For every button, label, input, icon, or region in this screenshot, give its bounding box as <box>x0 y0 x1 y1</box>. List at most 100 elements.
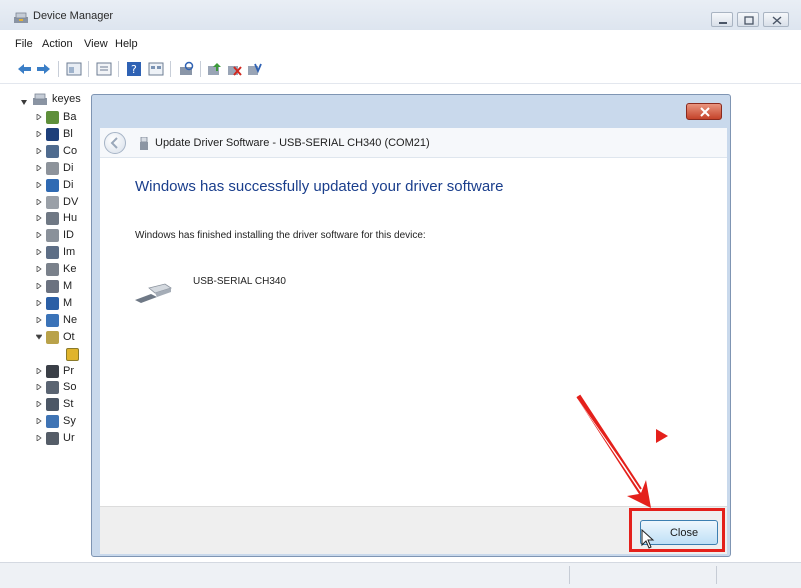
expand-arrow-icon[interactable] <box>36 418 42 425</box>
update-driver-icon[interactable] <box>206 61 222 77</box>
success-heading: Windows has successfully updated your dr… <box>135 178 504 195</box>
tree-item-label: Ot <box>63 330 75 343</box>
expand-arrow-icon[interactable] <box>36 435 42 442</box>
sound-icon <box>46 381 59 395</box>
tree-item-label: Ba <box>63 111 77 123</box>
tree-item[interactable] <box>0 347 100 363</box>
tree-item[interactable]: Bl <box>0 127 100 143</box>
maximize-icon <box>744 16 754 25</box>
expand-arrow-icon[interactable] <box>36 316 42 323</box>
tree-item-label: Pr <box>63 364 74 377</box>
enable-device-icon[interactable] <box>246 61 262 77</box>
human-interface-icon <box>46 212 59 226</box>
tree-item[interactable]: ID <box>0 228 100 244</box>
tree-item[interactable]: Ne <box>0 313 100 329</box>
other-devices-icon <box>46 330 59 344</box>
battery-icon <box>46 111 59 124</box>
toolbar-separator <box>118 61 119 77</box>
expand-arrow-icon[interactable] <box>36 283 42 289</box>
tree-item[interactable]: DV <box>0 195 100 211</box>
tree-item-label: Im <box>63 246 76 259</box>
menu-view[interactable]: View <box>84 38 108 50</box>
uninstall-icon[interactable] <box>226 61 242 77</box>
status-divider <box>716 566 717 584</box>
expand-arrow-icon[interactable] <box>36 401 42 408</box>
tree-item-label: Bl <box>63 127 73 140</box>
dvd-drive-icon <box>46 195 59 209</box>
toolbar <box>0 56 801 84</box>
tree-item[interactable]: M <box>0 296 100 312</box>
tree-item[interactable]: So <box>0 380 100 396</box>
collapse-arrow-icon[interactable] <box>36 334 42 340</box>
expand-arrow-icon[interactable] <box>36 232 42 239</box>
window-close-button[interactable] <box>763 12 789 27</box>
tree-item[interactable]: Ur <box>0 431 100 447</box>
tree-item-label: Ur <box>63 432 75 445</box>
tree-item[interactable]: Ot <box>0 330 100 346</box>
help-icon[interactable]: ? <box>126 61 142 77</box>
back-forward-icons[interactable] <box>16 61 52 77</box>
disk-drive-icon <box>46 161 59 175</box>
expand-arrow-icon[interactable] <box>36 266 42 273</box>
tree-item[interactable]: Hu <box>0 211 100 227</box>
tree-item[interactable]: M <box>0 279 100 295</box>
view-icon[interactable] <box>148 61 164 77</box>
expand-arrow-icon[interactable] <box>36 215 42 222</box>
network-adapter-icon <box>46 313 59 327</box>
close-icon <box>772 16 782 25</box>
expand-arrow-icon[interactable] <box>36 198 42 205</box>
tree-item[interactable]: Di <box>0 161 100 177</box>
expand-arrow-icon[interactable] <box>36 181 42 188</box>
system-devices-icon <box>46 415 59 429</box>
minimize-button[interactable] <box>711 12 733 27</box>
toolbar-separator <box>58 61 59 77</box>
tree-item[interactable]: Ke <box>0 262 100 278</box>
expand-arrow-icon[interactable] <box>36 299 42 306</box>
show-hide-console-icon[interactable] <box>66 61 82 77</box>
tree-item-label: DV <box>63 195 79 208</box>
tree-item-label: St <box>63 398 74 411</box>
expand-arrow-icon[interactable] <box>36 130 42 137</box>
tree-item[interactable]: Sy <box>0 414 100 430</box>
tree-item[interactable]: Ba <box>0 110 100 126</box>
dialog-title: Update Driver Software - USB-SERIAL CH34… <box>155 137 430 149</box>
expand-arrow-icon[interactable] <box>36 147 42 154</box>
tree-item-label: Ne <box>63 313 78 326</box>
mouse-cursor-icon <box>641 529 655 549</box>
menu-action[interactable]: Action <box>42 38 73 50</box>
tree-item[interactable]: Pr <box>0 364 100 380</box>
dialog-close-button[interactable] <box>686 103 722 120</box>
ide-controller-icon <box>46 229 59 243</box>
unknown-device-warning-icon <box>66 347 79 361</box>
expand-arrow-icon[interactable] <box>36 384 42 391</box>
scan-hardware-icon[interactable] <box>178 61 194 77</box>
tree-item-label: Ke <box>63 263 77 276</box>
tree-item[interactable]: Di <box>0 178 100 194</box>
toolbar-separator <box>200 61 201 77</box>
back-button[interactable] <box>104 132 126 154</box>
status-bar <box>0 562 801 588</box>
tree-item[interactable]: St <box>0 397 100 413</box>
expand-arrow-icon[interactable] <box>36 249 42 256</box>
finished-message: Windows has finished installing the driv… <box>135 230 426 241</box>
usb-controller-icon <box>46 432 59 446</box>
tree-item[interactable]: Co <box>0 144 100 160</box>
tree-item-label: Hu <box>63 212 78 225</box>
window-title: Device Manager <box>33 10 114 22</box>
maximize-button[interactable] <box>737 12 759 27</box>
menu-file[interactable]: File <box>15 38 33 50</box>
menu-help[interactable]: Help <box>115 38 138 50</box>
expand-arrow-icon[interactable] <box>36 114 42 120</box>
tree-item-label: Sy <box>63 415 76 428</box>
dialog-body <box>100 158 727 506</box>
bluetooth-icon <box>46 127 59 141</box>
computer-icon <box>46 144 59 158</box>
tree-item[interactable]: Im <box>0 245 100 261</box>
tree-item-label: Co <box>63 144 78 157</box>
tree-item-label: Di <box>63 178 74 191</box>
back-arrow-icon <box>110 137 118 149</box>
expand-arrow-icon[interactable] <box>36 367 42 374</box>
properties-icon[interactable] <box>96 61 112 77</box>
expand-arrow-icon[interactable] <box>36 164 42 171</box>
keyboard-icon <box>46 263 59 277</box>
